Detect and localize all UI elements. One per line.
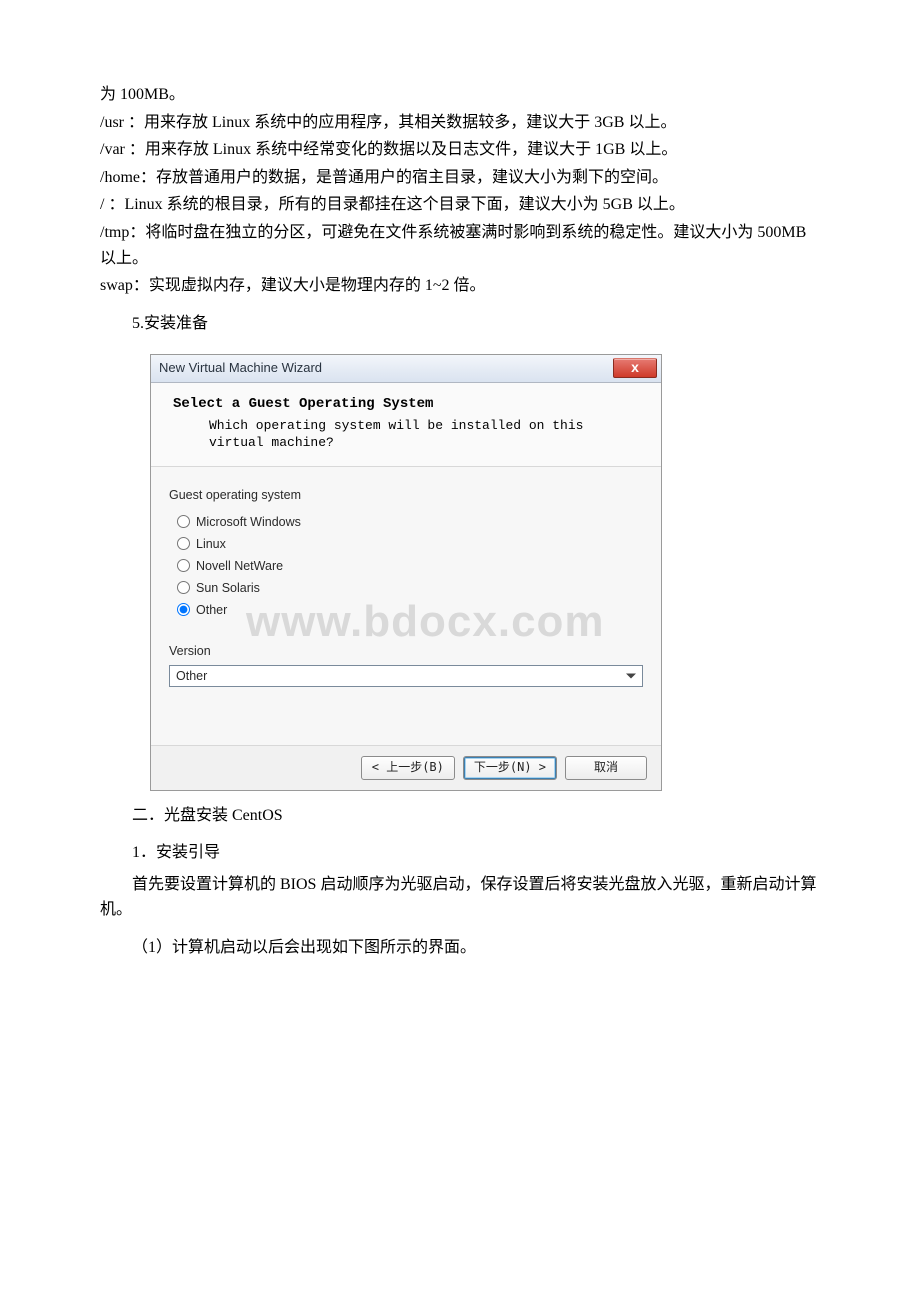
radio-windows[interactable]: Microsoft Windows: [177, 511, 643, 533]
section-prepare: 5.安装准备: [100, 311, 820, 337]
radio-other-input[interactable]: [177, 603, 190, 616]
section-boot: 1．安装引导: [100, 840, 820, 866]
radio-windows-input[interactable]: [177, 515, 190, 528]
intro-line: /home：存放普通用户的数据，是普通用户的宿主目录，建议大小为剩下的空间。: [100, 165, 820, 191]
guest-os-label: Guest operating system: [169, 485, 643, 505]
vm-wizard-dialog: New Virtual Machine Wizard x Select a Gu…: [150, 354, 662, 790]
dialog-heading: Select a Guest Operating System: [173, 393, 643, 415]
step1: （1）计算机启动以后会出现如下图所示的界面。: [100, 935, 820, 961]
section-cdinstall: 二．光盘安装 CentOS: [100, 803, 820, 829]
dialog-title: New Virtual Machine Wizard: [159, 358, 322, 379]
radio-other-label: Other: [196, 600, 227, 620]
version-combo[interactable]: Other: [169, 665, 643, 687]
radio-windows-label: Microsoft Windows: [196, 512, 301, 532]
radio-linux[interactable]: Linux: [177, 533, 643, 555]
intro-line: /usr ：用来存放 Linux 系统中的应用程序，其相关数据较多，建议大于 3…: [100, 110, 820, 136]
button-bar: < 上一步(B) 下一步(N) > 取消: [151, 745, 661, 790]
intro-line: 为 100MB。: [100, 82, 820, 108]
intro-line: /tmp：将临时盘在独立的分区，可避免在文件系统被塞满时影响到系统的稳定性。建议…: [100, 220, 820, 271]
dialog-content: www.bdocx.com Guest operating system Mic…: [151, 467, 661, 745]
close-button[interactable]: x: [613, 358, 657, 378]
radio-solaris-input[interactable]: [177, 581, 190, 594]
radio-netware-input[interactable]: [177, 559, 190, 572]
radio-netware[interactable]: Novell NetWare: [177, 555, 643, 577]
radio-linux-input[interactable]: [177, 537, 190, 550]
radio-linux-label: Linux: [196, 534, 226, 554]
back-button[interactable]: < 上一步(B): [361, 756, 455, 780]
intro-line: / ：Linux 系统的根目录，所有的目录都挂在这个目录下面，建议大小为 5GB…: [100, 192, 820, 218]
boot-desc: 首先要设置计算机的 BIOS 启动顺序为光驱启动，保存设置后将安装光盘放入光驱，…: [100, 872, 820, 923]
cancel-button[interactable]: 取消: [565, 756, 647, 780]
dialog-header: Select a Guest Operating System Which op…: [151, 383, 661, 466]
version-value: Other: [176, 666, 207, 686]
intro-text: 为 100MB。 /usr ：用来存放 Linux 系统中的应用程序，其相关数据…: [100, 82, 820, 299]
next-button[interactable]: 下一步(N) >: [463, 756, 557, 780]
intro-line: /var ：用来存放 Linux 系统中经常变化的数据以及日志文件，建议大于 1…: [100, 137, 820, 163]
dialog-subheading: Which operating system will be installed…: [209, 418, 643, 452]
radio-netware-label: Novell NetWare: [196, 556, 283, 576]
titlebar: New Virtual Machine Wizard x: [151, 355, 661, 383]
intro-line: swap：实现虚拟内存，建议大小是物理内存的 1~2 倍。: [100, 273, 820, 299]
watermark: www.bdocx.com: [246, 587, 605, 657]
